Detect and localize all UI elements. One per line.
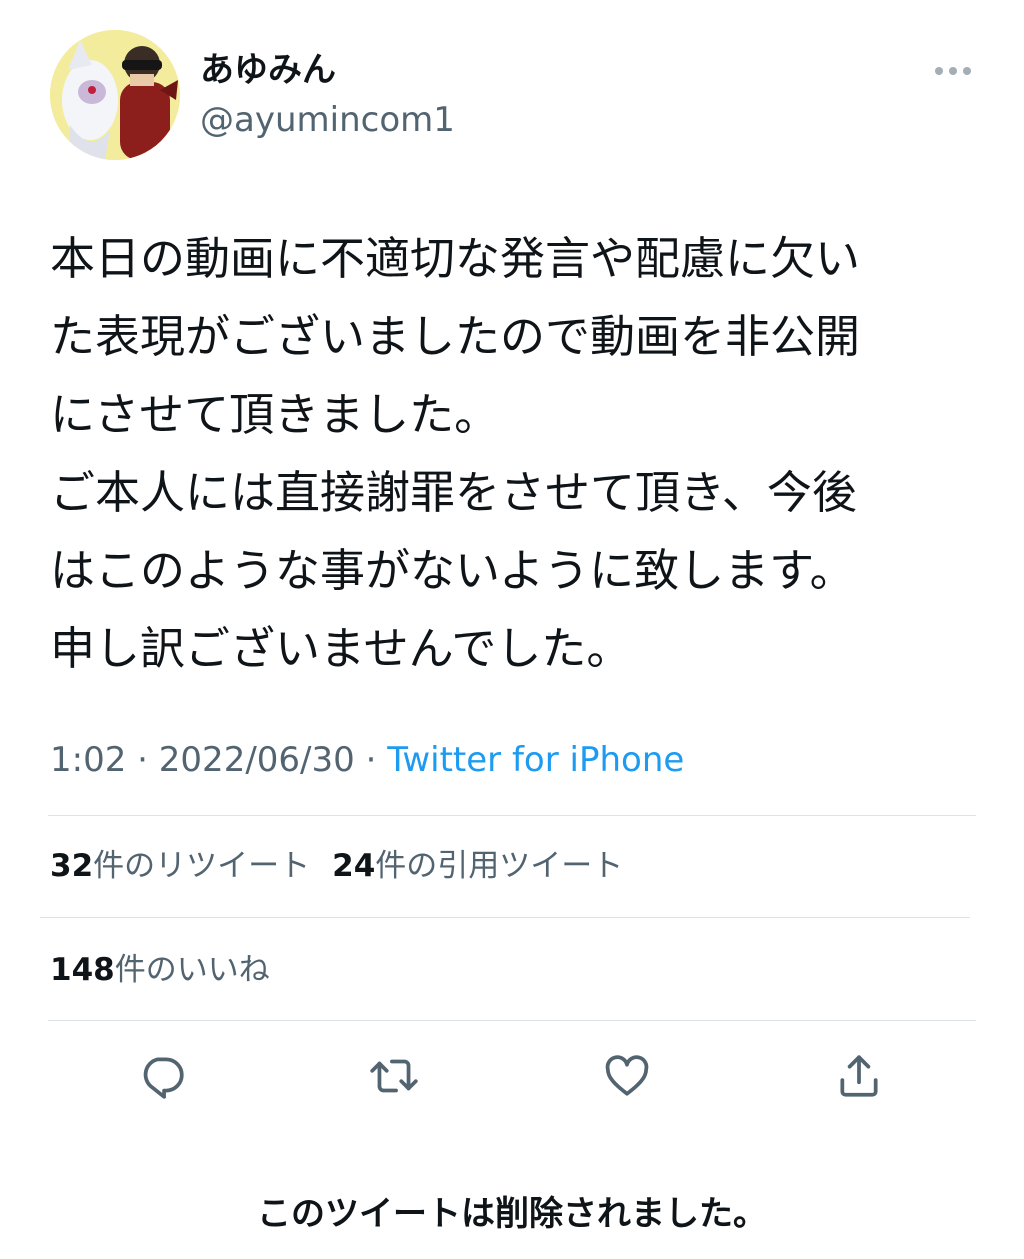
tweet-line: 本日の動画に不適切な発言や配慮に欠い	[50, 232, 861, 285]
meta-separator: ·	[354, 740, 388, 780]
more-options-button[interactable]	[930, 58, 976, 84]
heart-icon	[605, 1055, 649, 1096]
likes-stat[interactable]: 148件のいいね	[50, 950, 270, 990]
display-name[interactable]: あゆみん	[200, 48, 336, 92]
retweets-count: 32	[50, 848, 94, 884]
tweet-meta: 1:02 · 2022/06/30 · Twitter for iPhone	[50, 738, 684, 782]
tweet-line: はこのような事がないように致します。	[50, 544, 855, 597]
retweets-label: 件のリツイート	[93, 848, 311, 884]
tweet-text: 本日の動画に不適切な発言や配慮に欠い た表現がございましたので動画を非公開 にさ…	[50, 220, 980, 688]
share-icon	[840, 1055, 878, 1097]
tweet-source-link[interactable]: Twitter for iPhone	[387, 740, 684, 780]
retweet-icon	[370, 1059, 418, 1093]
reply-button[interactable]	[132, 1046, 192, 1106]
likes-stats: 148件のいいね	[50, 950, 270, 990]
retweets-stat[interactable]: 32件のリツイート	[50, 846, 310, 886]
avatar-image	[50, 30, 180, 160]
more-dots-icon	[935, 67, 971, 75]
user-handle[interactable]: @ayumincom1	[200, 98, 455, 142]
divider	[48, 815, 976, 816]
retweet-quote-stats: 32件のリツイート 24件の引用ツイート	[50, 846, 623, 886]
like-button[interactable]	[597, 1046, 657, 1106]
tweet-action-bar	[0, 1040, 1024, 1110]
tweet-line: た表現がございましたので動画を非公開	[50, 310, 861, 363]
deleted-tweet-notice: このツイートは削除されました。	[257, 1194, 767, 1234]
tweet-line: 申し訳ございませんでした。	[50, 622, 632, 675]
tweet-date[interactable]: 2022/06/30	[159, 740, 355, 780]
quotes-label: 件の引用ツイート	[375, 848, 624, 884]
meta-separator: ·	[126, 740, 159, 780]
share-button[interactable]	[829, 1046, 889, 1106]
tweet-line: ご本人には直接謝罪をさせて頂き、今後	[50, 466, 857, 519]
quotes-count: 24	[332, 848, 376, 884]
likes-count: 148	[50, 952, 115, 988]
tweet-time[interactable]: 1:02	[50, 740, 126, 780]
likes-label: 件のいいね	[114, 952, 270, 988]
retweet-button[interactable]	[364, 1046, 424, 1106]
divider	[40, 917, 970, 918]
divider	[48, 1020, 976, 1021]
reply-icon	[143, 1057, 184, 1099]
quotes-stat[interactable]: 24件の引用ツイート	[332, 846, 623, 886]
avatar[interactable]	[50, 30, 180, 160]
tweet-line: にさせて頂きました。	[50, 388, 500, 441]
